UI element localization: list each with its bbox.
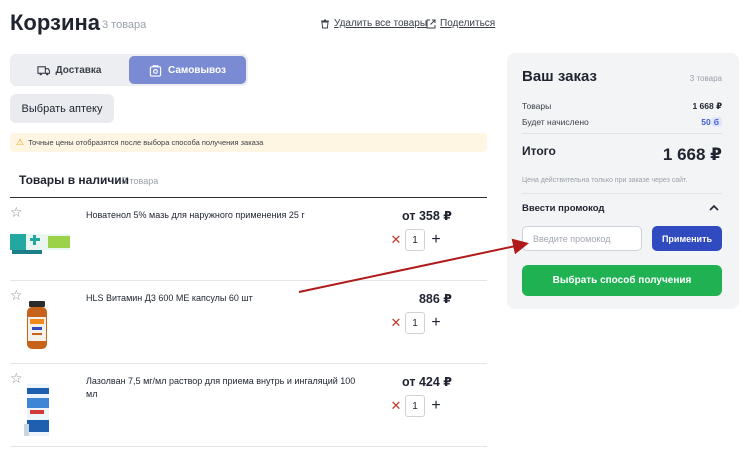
choose-pharmacy-button[interactable]: Выбрать аптеку — [10, 94, 114, 123]
quantity-value[interactable]: 1 — [405, 395, 425, 417]
total-value: 1 668 ₽ — [662, 145, 722, 164]
share-icon — [426, 19, 436, 28]
in-stock-count: 3 товара — [122, 176, 159, 186]
goods-row: Товары 1 668 ₽ — [522, 101, 722, 112]
remove-item-icon[interactable]: ✕ — [387, 395, 405, 417]
item-price: от 358 ₽ — [402, 209, 452, 223]
pickup-option[interactable]: Самовывоз — [129, 56, 246, 84]
promo-code-input[interactable] — [522, 226, 642, 251]
quantity-value[interactable]: 1 — [405, 229, 425, 251]
promo-toggle[interactable]: Ввести промокод — [522, 203, 604, 214]
item-name[interactable]: Лазолван 7,5 мг/мл раствор для приема вн… — [86, 375, 356, 401]
increase-quantity-button[interactable]: + — [425, 395, 447, 417]
quantity-stepper: ✕ 1 + — [387, 229, 452, 251]
quantity-stepper: ✕ 1 + — [387, 395, 452, 417]
goods-label: Товары — [522, 101, 552, 111]
order-title: Ваш заказ — [522, 68, 597, 85]
in-stock-title: Товары в наличии — [19, 173, 130, 187]
price-notice: ⚠ Точные цены отобразятся после выбора с… — [10, 133, 487, 152]
share-label: Поделиться — [440, 18, 496, 29]
share-link[interactable]: Поделиться — [426, 18, 495, 29]
increase-quantity-button[interactable]: + — [425, 312, 447, 334]
page-title: Корзина — [10, 10, 100, 35]
pickup-label: Самовывоз — [168, 64, 226, 76]
notice-text: Точные цены отобразятся после выбора спо… — [28, 138, 264, 147]
trash-icon — [321, 19, 329, 28]
cart-item: ☆ Лазолван 7,5 мг/мл раствор для приема … — [10, 364, 487, 447]
total-label: Итого — [522, 144, 556, 158]
cart-item: ☆ Новатенол 5% мазь для наружного примен… — [10, 198, 487, 281]
apply-promo-button[interactable]: Применить — [652, 226, 722, 251]
order-count: 3 товара — [689, 74, 722, 83]
delete-all-label: Удалить все товары — [334, 18, 428, 29]
bonus-badge: 50 б — [701, 117, 722, 127]
bonus-label: Будет начислено — [522, 117, 589, 127]
bonus-row: Будет начислено 50 б — [522, 117, 722, 127]
goods-value: 1 668 ₽ — [692, 101, 722, 111]
delivery-option[interactable]: Доставка — [12, 56, 126, 84]
item-name[interactable]: HLS Витамин Д3 600 МЕ капсулы 60 шт — [86, 292, 356, 305]
remove-item-icon[interactable]: ✕ — [387, 312, 405, 334]
warning-icon: ⚠ — [16, 137, 25, 147]
delivery-label: Доставка — [55, 64, 102, 76]
bonus-value: 50 — [701, 117, 711, 127]
ointment-box-icon — [10, 234, 70, 254]
choose-delivery-button[interactable]: Выбрать способ получения — [522, 265, 722, 296]
cart-count: 3 товара — [102, 19, 147, 31]
chevron-up-icon[interactable] — [708, 203, 720, 213]
cart-item: ☆ HLS Витамин Д3 600 МЕ капсулы 60 шт 88… — [10, 281, 487, 364]
medicine-box-icon — [24, 384, 49, 436]
quantity-stepper: ✕ 1 + — [387, 312, 452, 334]
price-note: Цена действительна только при заказе чер… — [522, 177, 688, 184]
store-bag-icon — [149, 64, 162, 77]
vitamin-jar-icon — [27, 301, 47, 349]
order-divider — [522, 193, 722, 194]
quantity-value[interactable]: 1 — [405, 312, 425, 334]
cart-header: Корзина 3 товара Удалить все товары Поде… — [10, 10, 495, 38]
bonus-unit: б — [710, 117, 722, 127]
increase-quantity-button[interactable]: + — [425, 229, 447, 251]
delete-all-link[interactable]: Удалить все товары — [320, 18, 427, 29]
remove-item-icon[interactable]: ✕ — [387, 229, 405, 251]
order-summary: Ваш заказ 3 товара Товары 1 668 ₽ Будет … — [507, 53, 739, 309]
truck-icon — [36, 65, 50, 75]
order-divider — [522, 133, 722, 134]
item-name[interactable]: Новатенол 5% мазь для наружного применен… — [86, 209, 356, 222]
item-price: 886 ₽ — [418, 292, 452, 306]
delivery-method-switch: Доставка Самовывоз — [10, 54, 248, 86]
item-price: от 424 ₽ — [402, 375, 452, 389]
